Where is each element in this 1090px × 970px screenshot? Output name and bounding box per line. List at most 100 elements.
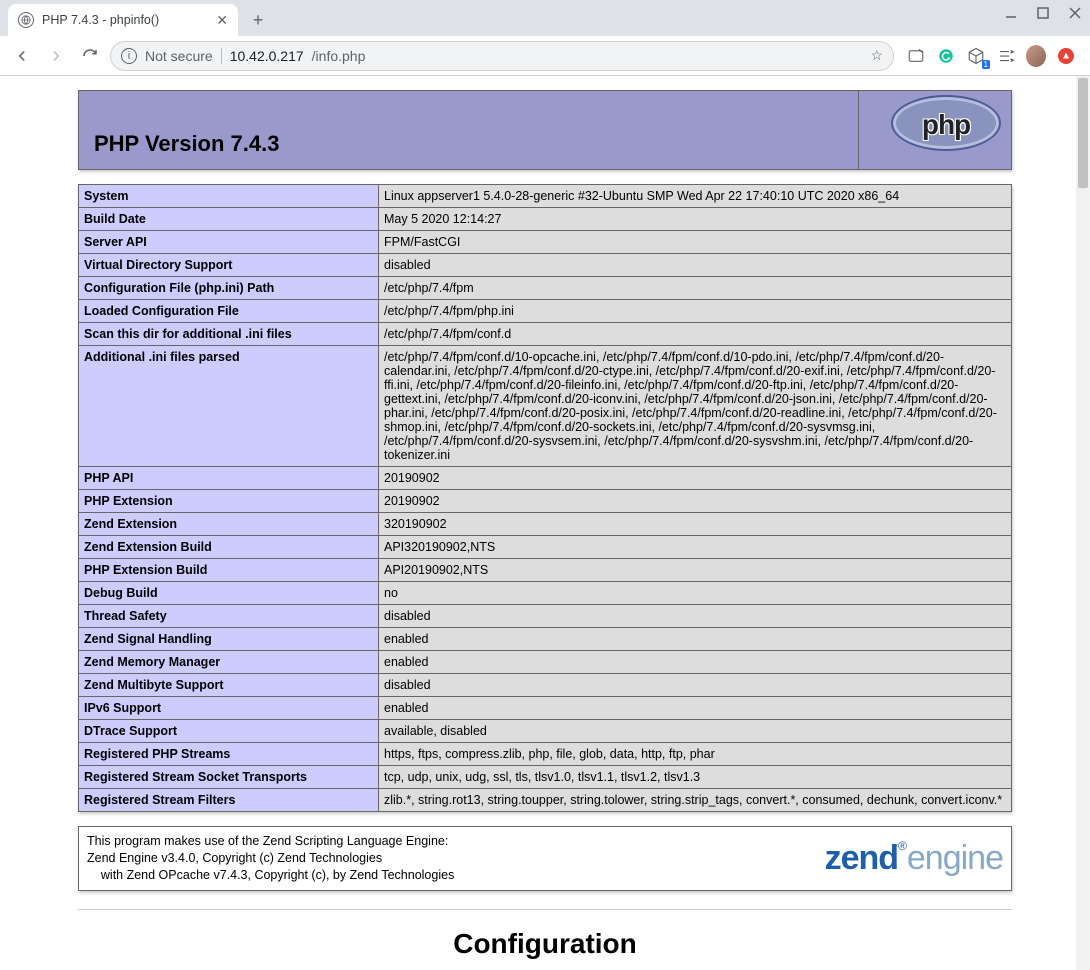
info-key: Registered Stream Filters	[79, 789, 379, 812]
reload-button[interactable]	[76, 42, 104, 70]
table-row: SystemLinux appserver1 5.4.0-28-generic …	[79, 185, 1012, 208]
avatar[interactable]	[1026, 46, 1046, 66]
table-row: Configuration File (php.ini) Path/etc/ph…	[79, 277, 1012, 300]
table-row: Registered Stream Filterszlib.*, string.…	[79, 789, 1012, 812]
window-controls	[1002, 4, 1084, 22]
url-host: 10.42.0.217	[230, 48, 304, 64]
divider	[78, 909, 1012, 910]
info-key: PHP Extension	[79, 490, 379, 513]
table-row: Registered Stream Socket Transportstcp, …	[79, 766, 1012, 789]
close-window-icon[interactable]	[1066, 4, 1084, 22]
tab-title: PHP 7.4.3 - phpinfo()	[42, 13, 208, 27]
grammarly-icon[interactable]	[936, 46, 956, 66]
url-path: /info.php	[312, 48, 366, 64]
table-row: PHP Extension BuildAPI20190902,NTS	[79, 559, 1012, 582]
back-button[interactable]	[8, 42, 36, 70]
scrollbar[interactable]	[1076, 76, 1090, 970]
info-value: enabled	[379, 651, 1012, 674]
table-row: Scan this dir for additional .ini files/…	[79, 323, 1012, 346]
info-value: no	[379, 582, 1012, 605]
table-row: Server APIFPM/FastCGI	[79, 231, 1012, 254]
table-row: Zend Memory Managerenabled	[79, 651, 1012, 674]
info-key: Scan this dir for additional .ini files	[79, 323, 379, 346]
phpinfo-header: PHP Version 7.4.3 php	[78, 90, 1012, 170]
browser-toolbar: i Not secure 10.42.0.217/info.php ☆ 1	[0, 36, 1090, 76]
info-key: Zend Signal Handling	[79, 628, 379, 651]
not-secure-label: Not secure	[145, 48, 213, 64]
info-key: DTrace Support	[79, 720, 379, 743]
info-key: System	[79, 185, 379, 208]
table-row: DTrace Supportavailable, disabled	[79, 720, 1012, 743]
bookmark-star-icon[interactable]: ☆	[870, 47, 883, 64]
info-key: Debug Build	[79, 582, 379, 605]
table-row: Debug Buildno	[79, 582, 1012, 605]
info-key: Server API	[79, 231, 379, 254]
tab-bar: PHP 7.4.3 - phpinfo() ✕ +	[0, 0, 1090, 36]
info-key: Virtual Directory Support	[79, 254, 379, 277]
adblock-icon[interactable]	[1056, 46, 1076, 66]
info-key: IPv6 Support	[79, 697, 379, 720]
info-value: disabled	[379, 254, 1012, 277]
close-tab-icon[interactable]: ✕	[216, 12, 228, 29]
browser-tab[interactable]: PHP 7.4.3 - phpinfo() ✕	[8, 4, 238, 36]
table-row: Build DateMay 5 2020 12:14:27	[79, 208, 1012, 231]
info-value: zlib.*, string.rot13, string.toupper, st…	[379, 789, 1012, 812]
info-value: /etc/php/7.4/fpm/conf.d	[379, 323, 1012, 346]
extension-icons: 1	[900, 46, 1082, 66]
info-key: PHP Extension Build	[79, 559, 379, 582]
new-tab-button[interactable]: +	[244, 6, 272, 34]
zend-line: This program makes use of the Zend Scrip…	[87, 833, 813, 850]
box-icon[interactable]: 1	[966, 46, 986, 66]
info-value: /etc/php/7.4/fpm/php.ini	[379, 300, 1012, 323]
info-value: API20190902,NTS	[379, 559, 1012, 582]
table-row: Zend Extension320190902	[79, 513, 1012, 536]
scrollbar-thumb[interactable]	[1078, 78, 1088, 188]
info-value: enabled	[379, 697, 1012, 720]
maximize-icon[interactable]	[1034, 4, 1052, 22]
extension-badge: 1	[982, 60, 990, 69]
info-value: tcp, udp, unix, udg, ssl, tls, tlsv1.0, …	[379, 766, 1012, 789]
info-value: Linux appserver1 5.4.0-28-generic #32-Ub…	[379, 185, 1012, 208]
globe-icon	[18, 12, 34, 28]
extension-icon[interactable]	[906, 46, 926, 66]
info-value: disabled	[379, 605, 1012, 628]
info-value: enabled	[379, 628, 1012, 651]
info-value: 20190902	[379, 467, 1012, 490]
table-row: Loaded Configuration File/etc/php/7.4/fp…	[79, 300, 1012, 323]
info-key: Additional .ini files parsed	[79, 346, 379, 467]
info-icon: i	[121, 48, 137, 64]
address-bar[interactable]: i Not secure 10.42.0.217/info.php ☆	[110, 41, 894, 71]
separator	[221, 48, 222, 64]
configuration-heading: Configuration	[78, 928, 1012, 960]
info-key: PHP API	[79, 467, 379, 490]
page-viewport[interactable]: PHP Version 7.4.3 php SystemLinux appser…	[0, 76, 1090, 970]
info-value: https, ftps, compress.zlib, php, file, g…	[379, 743, 1012, 766]
table-row: PHP Extension20190902	[79, 490, 1012, 513]
zend-line: Zend Engine v3.4.0, Copyright (c) Zend T…	[87, 850, 813, 867]
info-value: available, disabled	[379, 720, 1012, 743]
media-icon[interactable]	[996, 46, 1016, 66]
info-key: Loaded Configuration File	[79, 300, 379, 323]
table-row: Zend Extension BuildAPI320190902,NTS	[79, 536, 1012, 559]
info-key: Registered Stream Socket Transports	[79, 766, 379, 789]
info-value: 20190902	[379, 490, 1012, 513]
table-row: IPv6 Supportenabled	[79, 697, 1012, 720]
info-value: /etc/php/7.4/fpm/conf.d/10-opcache.ini, …	[379, 346, 1012, 467]
php-logo: php	[891, 95, 1001, 151]
info-value: disabled	[379, 674, 1012, 697]
table-row: Additional .ini files parsed/etc/php/7.4…	[79, 346, 1012, 467]
forward-button[interactable]	[42, 42, 70, 70]
minimize-icon[interactable]	[1002, 4, 1020, 22]
table-row: Thread Safetydisabled	[79, 605, 1012, 628]
phpinfo-page: PHP Version 7.4.3 php SystemLinux appser…	[78, 90, 1012, 970]
info-value: FPM/FastCGI	[379, 231, 1012, 254]
zend-engine-box: This program makes use of the Zend Scrip…	[78, 826, 1012, 891]
zend-logo: zend®engine	[825, 839, 1003, 878]
table-row: PHP API20190902	[79, 467, 1012, 490]
info-key: Zend Extension	[79, 513, 379, 536]
zend-line: with Zend OPcache v7.4.3, Copyright (c),…	[87, 867, 813, 884]
info-key: Zend Multibyte Support	[79, 674, 379, 697]
browser-window: PHP 7.4.3 - phpinfo() ✕ + i Not secure 1…	[0, 0, 1090, 970]
table-row: Registered PHP Streamshttps, ftps, compr…	[79, 743, 1012, 766]
table-row: Zend Signal Handlingenabled	[79, 628, 1012, 651]
